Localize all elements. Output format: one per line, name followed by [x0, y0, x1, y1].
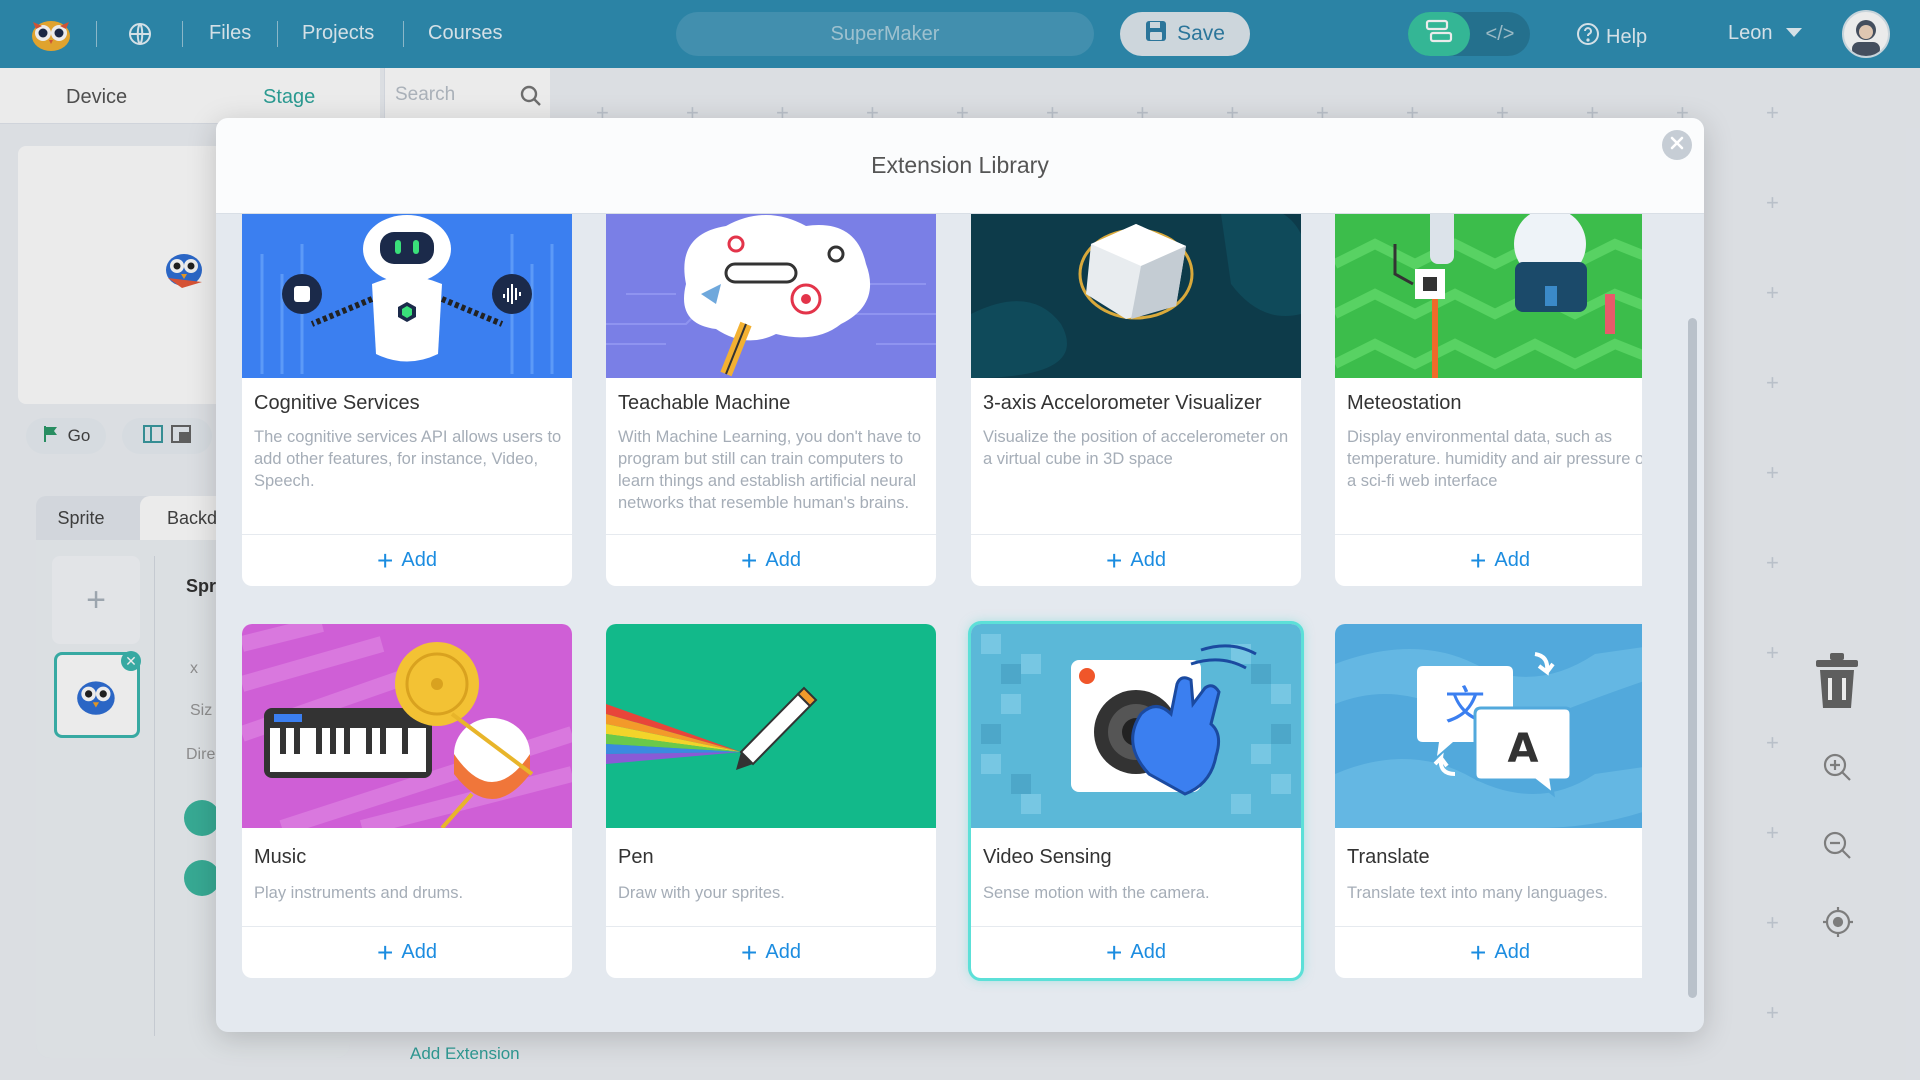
card-description: Sense motion with the camera. — [983, 884, 1210, 902]
add-button[interactable]: + Add — [971, 926, 1301, 978]
cognitive-services-image — [242, 214, 572, 378]
video-sensing-image — [971, 624, 1301, 828]
extension-card-pen[interactable]: Pen Draw with your sprites. + Add — [606, 624, 936, 978]
add-button[interactable]: + Add — [971, 534, 1301, 586]
teachable-machine-image — [606, 214, 936, 378]
scrollbar[interactable] — [1688, 318, 1697, 998]
plus-icon: + — [377, 544, 394, 576]
add-label: Add — [401, 941, 437, 963]
card-title: Video Sensing — [983, 846, 1112, 868]
card-description: Translate text into many languages. — [1347, 884, 1608, 902]
card-title: Translate — [1347, 846, 1430, 868]
card-description: Display environmental data, such as temp… — [1347, 428, 1642, 490]
plus-icon: + — [1106, 544, 1123, 576]
plus-icon: + — [1470, 544, 1487, 576]
add-button[interactable]: + Add — [1335, 534, 1642, 586]
card-title: Pen — [618, 846, 654, 868]
extension-grid: Cognitive Services The cognitive service… — [242, 214, 1642, 1032]
add-button[interactable]: + Add — [242, 534, 572, 586]
plus-icon: + — [1106, 936, 1123, 968]
add-button[interactable]: + Add — [1335, 926, 1642, 978]
add-label: Add — [401, 549, 437, 571]
close-button[interactable] — [1662, 130, 1692, 160]
add-button[interactable]: + Add — [606, 926, 936, 978]
card-title: Teachable Machine — [618, 392, 791, 414]
extension-card-translate[interactable]: 文 A Translate Translate text into many l… — [1335, 624, 1642, 978]
add-label: Add — [1130, 549, 1166, 571]
accelerometer-image — [971, 214, 1301, 378]
modal-title: Extension Library — [871, 152, 1049, 178]
extension-card-meteostation[interactable]: Meteostation Display environmental data,… — [1335, 214, 1642, 586]
card-description: With Machine Learning, you don't have to… — [618, 428, 922, 512]
plus-icon: + — [377, 936, 394, 968]
add-label: Add — [765, 941, 801, 963]
pen-image — [606, 624, 936, 828]
card-title: 3-axis Accelorometer Visualizer — [983, 392, 1262, 414]
plus-icon: + — [741, 544, 758, 576]
add-button[interactable]: + Add — [242, 926, 572, 978]
add-label: Add — [1494, 549, 1530, 571]
extension-card-music[interactable]: Music Play instruments and drums. + Add — [242, 624, 572, 978]
svg-text:A: A — [1508, 726, 1539, 772]
plus-icon: + — [1470, 936, 1487, 968]
card-description: Draw with your sprites. — [618, 884, 785, 902]
extension-library-modal: Extension Library Cognitive Services The… — [216, 118, 1704, 1032]
extension-card-teachable-machine[interactable]: Teachable Machine With Machine Learning,… — [606, 214, 936, 586]
meteostation-image — [1335, 214, 1642, 378]
extension-card-accelerometer-visualizer[interactable]: 3-axis Accelorometer Visualizer Visualiz… — [971, 214, 1301, 586]
music-image — [242, 624, 572, 828]
translate-image: 文 A — [1335, 624, 1642, 828]
card-title: Meteostation — [1347, 392, 1462, 414]
plus-icon: + — [741, 936, 758, 968]
card-title: Music — [254, 846, 307, 868]
add-label: Add — [1494, 941, 1530, 963]
card-description: The cognitive services API allows users … — [254, 428, 562, 490]
card-description: Play instruments and drums. — [254, 884, 464, 902]
extension-card-video-sensing[interactable]: Video Sensing Sense motion with the came… — [968, 621, 1304, 981]
card-title: Cognitive Services — [254, 392, 420, 414]
add-label: Add — [765, 549, 801, 571]
card-description: Visualize the position of accelerometer … — [983, 428, 1289, 468]
modal-header: Extension Library — [216, 118, 1704, 214]
close-icon — [1670, 136, 1684, 155]
add-button[interactable]: + Add — [606, 534, 936, 586]
add-label: Add — [1130, 941, 1166, 963]
extension-card-cognitive-services[interactable]: Cognitive Services The cognitive service… — [242, 214, 572, 586]
